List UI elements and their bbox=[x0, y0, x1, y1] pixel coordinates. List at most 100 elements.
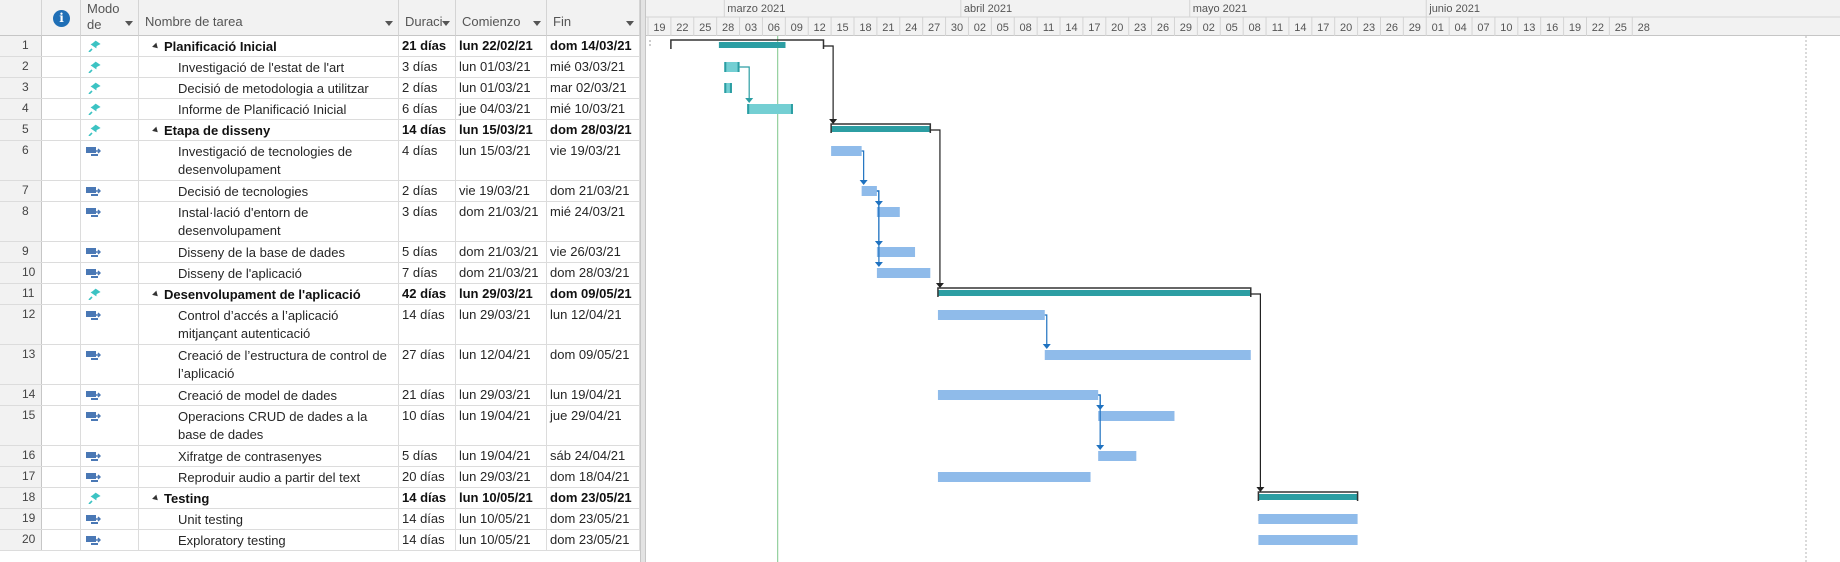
task-row[interactable]: 3 Decisió de metodologia a utilitzar 2 dí… bbox=[0, 78, 646, 99]
collapse-triangle-icon[interactable] bbox=[152, 126, 160, 135]
task-bar[interactable] bbox=[1258, 535, 1358, 545]
task-bar[interactable] bbox=[876, 247, 916, 257]
task-name-cell[interactable]: Operacions CRUD de dades a la base de da… bbox=[139, 406, 399, 445]
task-mode-cell[interactable] bbox=[81, 509, 139, 529]
task-duration[interactable]: 6 días bbox=[399, 99, 456, 119]
task-start[interactable]: jue 04/03/21 bbox=[456, 99, 547, 119]
task-finish[interactable]: dom 18/04/21 bbox=[547, 467, 640, 487]
task-duration[interactable]: 5 días bbox=[399, 242, 456, 262]
task-bar[interactable] bbox=[1098, 451, 1137, 461]
dependency-link[interactable] bbox=[1044, 314, 1048, 348]
task-name-cell[interactable]: Desenvolupament de l'aplicació bbox=[139, 284, 399, 304]
row-number[interactable]: 1 bbox=[0, 36, 42, 56]
row-number[interactable]: 14 bbox=[0, 385, 42, 405]
indicators-column-header[interactable]: i bbox=[42, 0, 81, 36]
task-bar[interactable] bbox=[876, 207, 900, 217]
task-row[interactable]: 1 Planificació Inicial 21 días lun 22/02/2… bbox=[0, 36, 646, 57]
task-row[interactable]: 15 Operacions CRUD de dades a la base de… bbox=[0, 406, 646, 446]
dependency-link[interactable] bbox=[930, 129, 941, 287]
indicators-cell[interactable] bbox=[42, 181, 81, 201]
task-finish[interactable]: mié 10/03/21 bbox=[547, 99, 640, 119]
task-mode-column-header[interactable]: Modo de bbox=[81, 0, 139, 36]
task-bar[interactable] bbox=[1258, 514, 1358, 524]
task-finish[interactable]: mié 03/03/21 bbox=[547, 57, 640, 77]
task-mode-cell[interactable] bbox=[81, 284, 139, 304]
task-duration[interactable]: 14 días bbox=[399, 530, 456, 550]
task-finish[interactable]: lun 19/04/21 bbox=[547, 385, 640, 405]
task-name-cell[interactable]: Investigació de l'estat de l'art bbox=[139, 57, 399, 77]
task-bar[interactable] bbox=[876, 268, 931, 278]
row-number[interactable]: 18 bbox=[0, 488, 42, 508]
indicators-cell[interactable] bbox=[42, 446, 81, 466]
task-mode-cell[interactable] bbox=[81, 202, 139, 241]
indicators-cell[interactable] bbox=[42, 284, 81, 304]
summary-bar[interactable] bbox=[937, 290, 1251, 296]
task-start[interactable]: lun 10/05/21 bbox=[456, 488, 547, 508]
chevron-down-icon[interactable] bbox=[533, 21, 541, 26]
row-number[interactable]: 20 bbox=[0, 530, 42, 550]
task-finish[interactable]: dom 23/05/21 bbox=[547, 509, 640, 529]
task-finish[interactable]: jue 29/04/21 bbox=[547, 406, 640, 445]
row-number[interactable]: 10 bbox=[0, 263, 42, 283]
task-name-cell[interactable]: Investigació de tecnologies de desenvolu… bbox=[139, 141, 399, 180]
task-mode-cell[interactable] bbox=[81, 467, 139, 487]
task-row[interactable]: 17 Reproduir audio a partir del text 20 d… bbox=[0, 467, 646, 488]
row-number[interactable]: 7 bbox=[0, 181, 42, 201]
task-bar[interactable] bbox=[1044, 350, 1251, 360]
task-duration[interactable]: 3 días bbox=[399, 202, 456, 241]
row-number[interactable]: 5 bbox=[0, 120, 42, 140]
chevron-down-icon[interactable] bbox=[385, 21, 393, 26]
task-duration[interactable]: 20 días bbox=[399, 467, 456, 487]
task-mode-cell[interactable] bbox=[81, 78, 139, 98]
task-start[interactable]: dom 21/03/21 bbox=[456, 263, 547, 283]
task-row[interactable]: 9 Disseny de la base de dades 5 días dom 2… bbox=[0, 242, 646, 263]
task-row[interactable]: 13 Creació de l’estructura de control de… bbox=[0, 345, 646, 385]
task-start[interactable]: lun 29/03/21 bbox=[456, 385, 547, 405]
indicators-cell[interactable] bbox=[42, 345, 81, 384]
row-number[interactable]: 13 bbox=[0, 345, 42, 384]
task-mode-cell[interactable] bbox=[81, 120, 139, 140]
task-bar[interactable] bbox=[1098, 411, 1175, 421]
task-start[interactable]: lun 01/03/21 bbox=[456, 57, 547, 77]
task-start[interactable]: lun 12/04/21 bbox=[456, 345, 547, 384]
task-duration[interactable]: 27 días bbox=[399, 345, 456, 384]
task-start[interactable]: lun 29/03/21 bbox=[456, 467, 547, 487]
task-duration[interactable]: 14 días bbox=[399, 509, 456, 529]
task-name-column-header[interactable]: Nombre de tarea bbox=[139, 0, 399, 36]
task-finish[interactable]: vie 19/03/21 bbox=[547, 141, 640, 180]
task-finish[interactable]: dom 23/05/21 bbox=[547, 488, 640, 508]
summary-bar[interactable] bbox=[1258, 494, 1358, 500]
task-name-cell[interactable]: Disseny de l'aplicació bbox=[139, 263, 399, 283]
task-row[interactable]: 5 Etapa de disseny 14 días lun 15/03/21 dom… bbox=[0, 120, 646, 141]
task-finish[interactable]: dom 28/03/21 bbox=[547, 263, 640, 283]
task-name-cell[interactable]: Instal·lació d'entorn de desenvolupament bbox=[139, 202, 399, 241]
dependency-link[interactable] bbox=[861, 150, 865, 184]
dependency-link[interactable] bbox=[739, 66, 750, 102]
dependency-link[interactable] bbox=[1250, 293, 1261, 491]
dependency-link[interactable] bbox=[823, 45, 834, 123]
task-duration[interactable]: 2 días bbox=[399, 78, 456, 98]
chevron-down-icon[interactable] bbox=[125, 21, 133, 26]
task-bar[interactable] bbox=[724, 62, 740, 72]
task-start[interactable]: vie 19/03/21 bbox=[456, 181, 547, 201]
task-finish[interactable]: dom 09/05/21 bbox=[547, 284, 640, 304]
gantt-chart[interactable]: marzo 2021 abril 2021 mayo 2021 junio 2021 1… bbox=[646, 0, 1840, 562]
task-start[interactable]: lun 10/05/21 bbox=[456, 530, 547, 550]
indicators-cell[interactable] bbox=[42, 406, 81, 445]
task-start[interactable]: lun 19/04/21 bbox=[456, 446, 547, 466]
task-name-cell[interactable]: Disseny de la base de dades bbox=[139, 242, 399, 262]
task-mode-cell[interactable] bbox=[81, 99, 139, 119]
task-duration[interactable]: 3 días bbox=[399, 57, 456, 77]
indicators-cell[interactable] bbox=[42, 467, 81, 487]
task-row[interactable]: 16 Xifratge de contrasenyes 5 días lun 19/… bbox=[0, 446, 646, 467]
task-name-cell[interactable]: Informe de Planificació Inicial bbox=[139, 99, 399, 119]
task-row[interactable]: 6 Investigació de tecnologies de desenvo… bbox=[0, 141, 646, 181]
task-mode-cell[interactable] bbox=[81, 141, 139, 180]
task-bar[interactable] bbox=[747, 104, 793, 114]
task-name-cell[interactable]: Testing bbox=[139, 488, 399, 508]
task-mode-cell[interactable] bbox=[81, 446, 139, 466]
task-finish[interactable]: lun 12/04/21 bbox=[547, 305, 640, 344]
task-row[interactable]: 19 Unit testing 14 días lun 10/05/21 dom 23… bbox=[0, 509, 646, 530]
row-number[interactable]: 15 bbox=[0, 406, 42, 445]
task-mode-cell[interactable] bbox=[81, 181, 139, 201]
